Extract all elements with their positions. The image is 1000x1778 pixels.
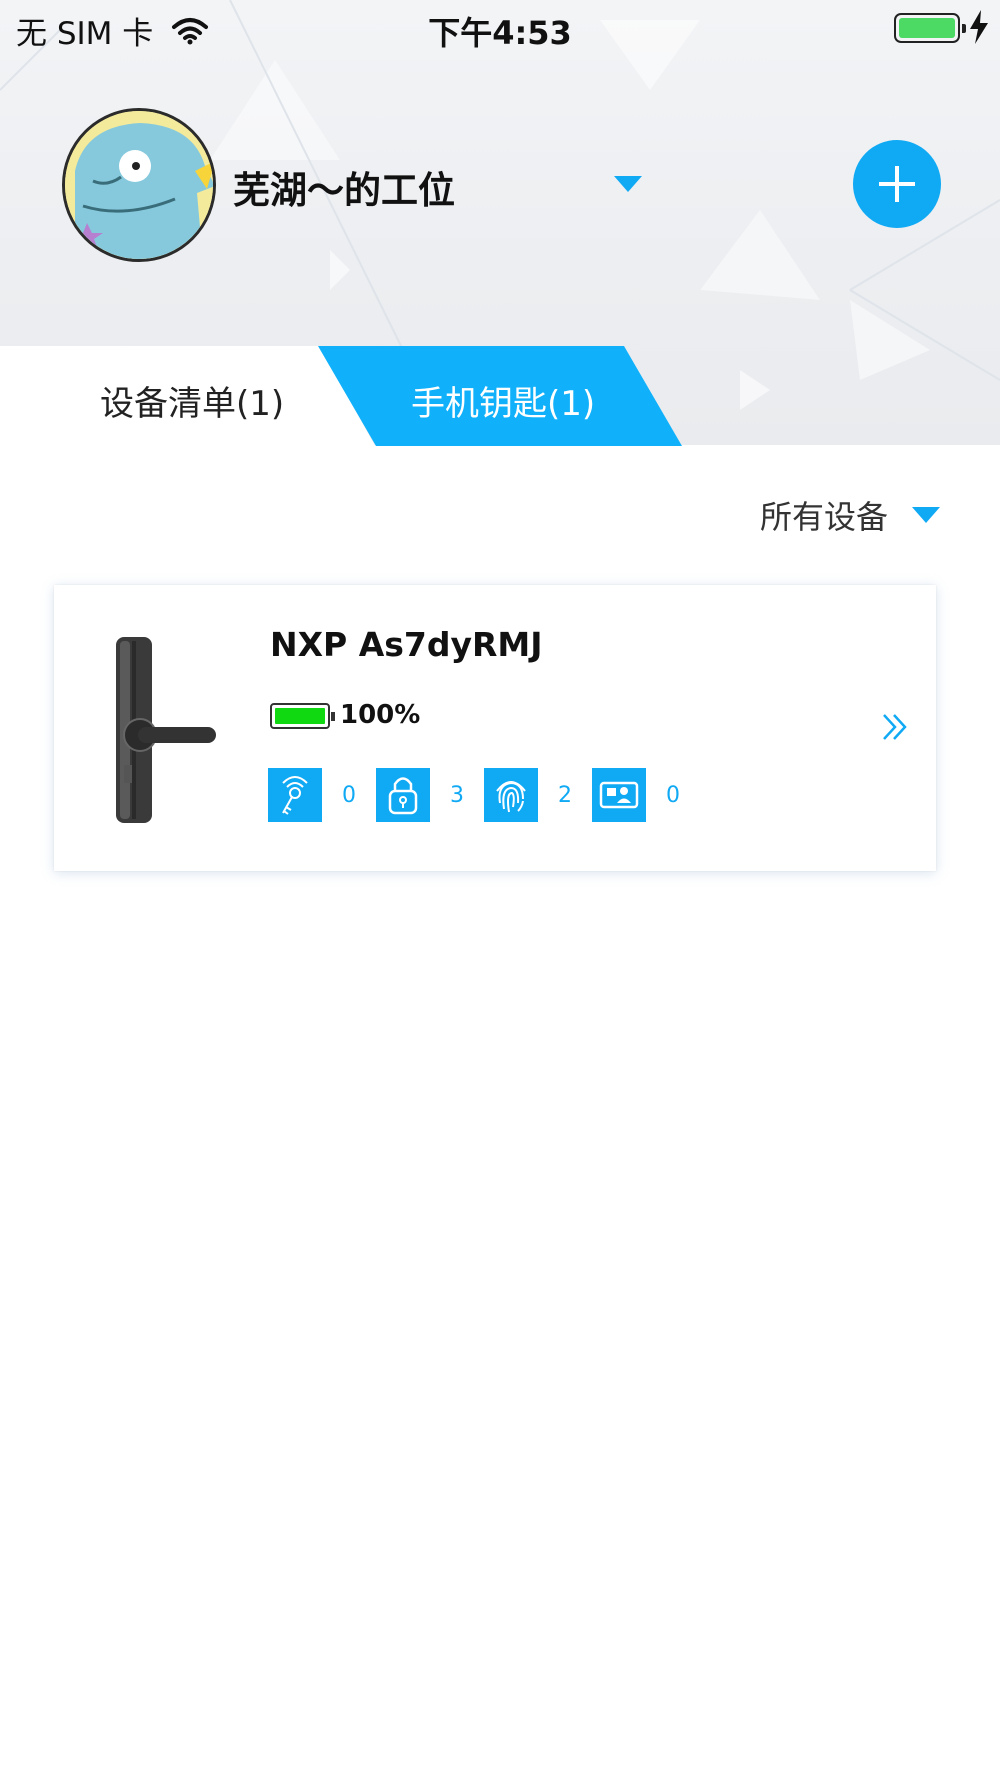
battery-level: 100% (340, 700, 421, 730)
stat-passwords: 3 (376, 768, 484, 822)
workspace-name[interactable]: 芜湖～的工位 (233, 160, 455, 214)
key-icon (268, 768, 322, 822)
add-device-button[interactable] (853, 140, 941, 228)
status-time: 下午4:53 (428, 14, 572, 52)
stat-cards: 0 (592, 768, 700, 822)
status-bar: 无 SIM 卡 下午4:53 (0, 0, 1000, 56)
tab-phone-keys[interactable]: 手机钥匙(1) (411, 376, 595, 425)
fingerprint-icon (484, 768, 538, 822)
battery-icon (894, 13, 966, 43)
stat-fingerprints: 2 (484, 768, 592, 822)
device-stats: 0 3 2 0 (268, 768, 700, 822)
device-filter-dropdown[interactable]: 所有设备 (760, 492, 940, 538)
chevron-down-icon[interactable] (614, 176, 642, 192)
device-card[interactable]: NXP As7dyRMJ 100% 0 3 2 0 (54, 585, 936, 871)
avatar-image (65, 111, 213, 259)
charging-icon (970, 10, 988, 44)
lock-icon (376, 768, 430, 822)
avatar[interactable] (62, 108, 216, 262)
door-lock-image (116, 637, 216, 823)
device-name: NXP As7dyRMJ (270, 625, 543, 664)
battery-icon (270, 703, 335, 729)
chevron-down-icon (912, 507, 940, 523)
stat-keys: 0 (268, 768, 376, 822)
stat-count-fingerprints: 2 (558, 782, 572, 808)
stat-count-keys: 0 (342, 782, 356, 808)
double-chevron-right-icon[interactable] (878, 710, 912, 744)
tab-bar: 设备清单(1) 手机钥匙(1) (0, 346, 1000, 446)
card-icon (592, 768, 646, 822)
stat-count-cards: 0 (666, 782, 680, 808)
filter-label: 所有设备 (759, 498, 888, 536)
tab-device-list[interactable]: 设备清单(1) (100, 376, 284, 425)
stat-count-passwords: 3 (450, 782, 464, 808)
